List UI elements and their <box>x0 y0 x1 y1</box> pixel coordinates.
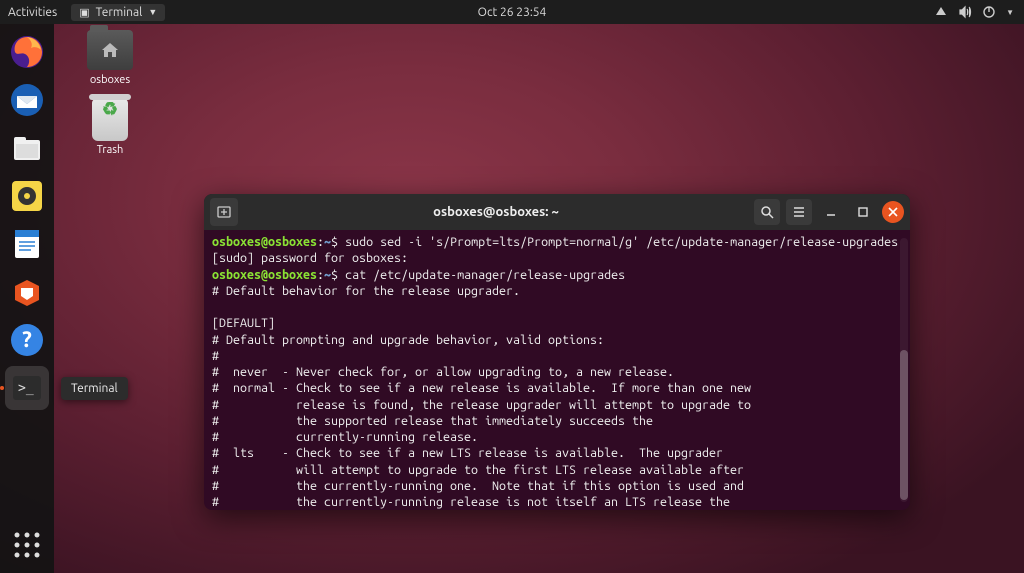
term-line: # currently-running release. <box>212 430 478 444</box>
top-bar: Activities ▣ Terminal ▼ Oct 26 23:54 ▼ <box>0 0 1024 24</box>
close-button[interactable] <box>882 201 904 223</box>
desktop-trash[interactable]: ♻ Trash <box>75 100 145 156</box>
term-line: # release is found, the release upgrader… <box>212 398 751 412</box>
term-line: [sudo] password for osboxes: <box>212 251 408 265</box>
new-tab-button[interactable] <box>210 198 238 226</box>
prompt-user: osboxes@osboxes <box>212 268 317 282</box>
desktop-icon-label: osboxes <box>75 74 145 86</box>
terminal-icon: ▣ <box>79 6 89 19</box>
desktop-icon-label: Trash <box>75 144 145 156</box>
dock-files[interactable] <box>5 126 49 170</box>
prompt-user: osboxes@osboxes <box>212 235 317 249</box>
search-button[interactable] <box>754 199 780 225</box>
trash-icon: ♻ <box>87 100 133 140</box>
dock-firefox[interactable] <box>5 30 49 74</box>
power-icon[interactable] <box>982 5 996 19</box>
dock-libreoffice-writer[interactable] <box>5 222 49 266</box>
terminal-window: osboxes@osboxes: ~ osboxes@osboxes:~$ su… <box>204 194 910 510</box>
term-line: [DEFAULT] <box>212 316 275 330</box>
term-line: # Default prompting and upgrade behavior… <box>212 333 604 347</box>
dock-apps-grid[interactable] <box>5 523 49 567</box>
dock-help[interactable]: ? <box>5 318 49 362</box>
dock-thunderbird[interactable] <box>5 78 49 122</box>
hamburger-menu-button[interactable] <box>786 199 812 225</box>
dock-terminal[interactable]: >_ Terminal <box>5 366 49 410</box>
term-line: # the currently-running release is not i… <box>212 495 730 509</box>
minimize-button[interactable] <box>818 199 844 225</box>
terminal-titlebar[interactable]: osboxes@osboxes: ~ <box>204 194 910 230</box>
svg-text:?: ? <box>22 327 32 352</box>
terminal-body[interactable]: osboxes@osboxes:~$ sudo sed -i 's/Prompt… <box>204 230 910 510</box>
prompt-path: ~ <box>324 268 331 282</box>
folder-icon <box>87 30 133 70</box>
term-line: # the supported release that immediately… <box>212 414 653 428</box>
desktop-home-folder[interactable]: osboxes <box>75 30 145 86</box>
term-line: cat /etc/update-manager/release-upgrades <box>345 268 625 282</box>
term-line: # will attempt to upgrade to the first L… <box>212 463 744 477</box>
dock: ? >_ Terminal <box>0 24 54 573</box>
scrollbar-thumb[interactable] <box>900 350 908 500</box>
app-menu[interactable]: ▣ Terminal ▼ <box>71 4 165 21</box>
volume-icon[interactable] <box>958 5 972 19</box>
prompt-path: ~ <box>324 235 331 249</box>
chevron-down-icon: ▼ <box>148 7 157 17</box>
term-line: # <box>212 349 219 363</box>
terminal-title: osboxes@osboxes: ~ <box>244 205 748 219</box>
dock-software[interactable] <box>5 270 49 314</box>
term-line: # the currently-running one. Note that i… <box>212 479 744 493</box>
activities-button[interactable]: Activities <box>8 6 57 19</box>
dock-tooltip: Terminal <box>61 377 128 400</box>
svg-text:>_: >_ <box>18 381 34 396</box>
maximize-button[interactable] <box>850 199 876 225</box>
term-line: sudo sed -i 's/Prompt=lts/Prompt=normal/… <box>345 235 898 249</box>
term-line: # never - Never check for, or allow upgr… <box>212 365 674 379</box>
clock[interactable]: Oct 26 23:54 <box>478 6 547 19</box>
dock-rhythmbox[interactable] <box>5 174 49 218</box>
term-line: # normal - Check to see if a new release… <box>212 381 751 395</box>
term-line: # lts - Check to see if a new LTS releas… <box>212 446 723 460</box>
term-line: # Default behavior for the release upgra… <box>212 284 520 298</box>
network-icon[interactable] <box>934 5 948 19</box>
app-menu-label: Terminal <box>96 6 143 19</box>
system-menu-chevron-icon[interactable]: ▼ <box>1006 8 1014 17</box>
